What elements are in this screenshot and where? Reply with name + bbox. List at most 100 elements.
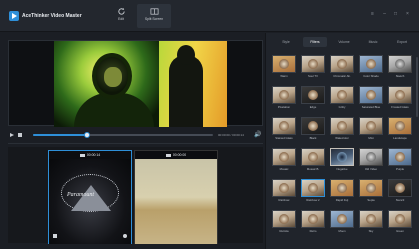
filter-thumbnail xyxy=(359,55,383,73)
progress-track[interactable] xyxy=(33,132,213,138)
split-screen-mode-button[interactable]: Split Screen xyxy=(137,4,171,28)
filter-label: Negative xyxy=(336,167,348,171)
filter-thumbnail xyxy=(301,86,325,104)
filter-thumbnail xyxy=(359,179,383,197)
filter-thumbnail xyxy=(301,148,325,166)
filter-thumbnail xyxy=(330,148,354,166)
filter-label: Landscape xyxy=(393,136,407,140)
slot-stop-icon[interactable] xyxy=(53,234,57,238)
filter-label: Rainbow xyxy=(278,198,290,202)
filter-tile[interactable]: Color Shade xyxy=(359,55,383,81)
filter-tile[interactable]: Sky xyxy=(359,210,383,236)
filter-tile[interactable]: Soul TV xyxy=(301,55,325,81)
filter-thumbnail xyxy=(359,210,383,228)
filter-tile[interactable]: Edge xyxy=(301,86,325,112)
filter-thumbnail xyxy=(359,148,383,166)
play-icon[interactable] xyxy=(10,133,14,137)
tab-filters[interactable]: Filters xyxy=(303,37,327,47)
video-preview[interactable] xyxy=(8,40,263,127)
filter-tile[interactable]: Landscape xyxy=(388,117,412,143)
filter-tile[interactable]: Moon xyxy=(330,210,354,236)
split-slot-1[interactable]: 00:00:14 Paramount xyxy=(48,150,132,244)
filter-label: Watercolor xyxy=(335,136,349,140)
progress-thumb[interactable] xyxy=(84,132,90,138)
filter-tile[interactable]: Old Video xyxy=(359,148,383,174)
volume-icon[interactable]: 🔊 xyxy=(254,132,261,138)
maximize-icon[interactable]: □ xyxy=(393,12,398,17)
stop-icon[interactable] xyxy=(18,133,22,137)
person-silhouette xyxy=(169,45,203,127)
filter-label: Old Video xyxy=(364,167,378,171)
filter-label: Mosaic B. xyxy=(306,167,320,171)
filter-label: Gritty xyxy=(338,105,346,109)
filter-thumbnail xyxy=(272,86,296,104)
slot-1-video: Paramount xyxy=(49,159,131,244)
filter-tile[interactable]: Rainbow xyxy=(272,179,296,205)
preview-frame-right xyxy=(159,41,227,127)
filter-thumbnail xyxy=(272,179,296,197)
filter-tile[interactable]: Stencil xyxy=(388,179,412,205)
slot-2-video xyxy=(135,159,217,244)
filter-tile[interactable]: Sepia xyxy=(359,179,383,205)
tab-music[interactable]: Music xyxy=(361,37,385,47)
filter-grid: Warm Soul TV Chromatic Ab. Color Shade Sketc… xyxy=(272,55,418,247)
close-icon[interactable]: × xyxy=(405,12,410,17)
filter-thumbnail xyxy=(301,55,325,73)
filter-tile[interactable]: Green xyxy=(388,210,412,236)
filter-tile[interactable]: Mosaic xyxy=(272,148,296,174)
filter-tile[interactable]: Frosted Glass xyxy=(388,86,412,112)
tab-volume[interactable]: Volume xyxy=(332,37,356,47)
filter-tile[interactable]: Pixelation xyxy=(272,86,296,112)
filter-tile[interactable]: Black xyxy=(301,117,325,143)
tab-export[interactable]: Export xyxy=(390,37,414,47)
filter-tile[interactable]: Mist xyxy=(359,117,383,143)
slot-volume-icon[interactable] xyxy=(123,234,127,238)
filter-panel: Style Filters Volume Music Export Warm Soul T… xyxy=(265,33,419,249)
filter-tile[interactable]: Rainbow 2 xyxy=(301,179,325,205)
filter-label: Sepia xyxy=(367,198,375,202)
filter-label: Purple xyxy=(395,167,405,171)
filter-tile[interactable]: Retrola xyxy=(272,210,296,236)
edit-mode-label: Edit xyxy=(118,17,124,21)
title-bar: AceThinker Video Master Edit Split Scree… xyxy=(0,0,419,32)
app-window: AceThinker Video Master Edit Split Scree… xyxy=(0,0,419,249)
app-title: AceThinker Video Master xyxy=(22,13,82,19)
filter-label: Sky xyxy=(368,229,374,233)
filter-thumbnail xyxy=(272,148,296,166)
filter-tile[interactable]: Sketch xyxy=(388,55,412,81)
filter-label: Green xyxy=(396,229,404,233)
slot-1-controls xyxy=(53,234,127,239)
filter-label: Mosaic xyxy=(279,167,289,171)
edit-mode-button[interactable]: Edit xyxy=(104,4,138,28)
filter-tile[interactable]: Warm xyxy=(272,55,296,81)
filter-tile[interactable]: Mosaic B. xyxy=(301,148,325,174)
filter-label: Rapid Fuji xyxy=(335,198,349,202)
filter-thumbnail xyxy=(301,179,325,197)
tab-style[interactable]: Style xyxy=(274,37,298,47)
filter-tile[interactable]: Purple xyxy=(388,148,412,174)
filter-thumbnail xyxy=(272,117,296,135)
filter-tile[interactable]: Watercolor xyxy=(330,117,354,143)
filter-tile[interactable]: Chromatic Ab. xyxy=(330,55,354,81)
filter-label: Black xyxy=(309,136,317,140)
split-screen-mode-label: Split Screen xyxy=(144,17,164,21)
filter-tile[interactable]: Gritty xyxy=(330,86,354,112)
filter-tile[interactable]: Negative xyxy=(330,148,354,174)
filter-label: Retrola xyxy=(279,229,289,233)
filter-label: Pixelation xyxy=(277,105,291,109)
minimize-icon[interactable]: – xyxy=(382,12,387,17)
filter-thumbnail xyxy=(301,210,325,228)
filter-thumbnail xyxy=(388,148,412,166)
filter-tile[interactable]: Saturated Blue xyxy=(359,86,383,112)
paramount-mountain xyxy=(71,185,111,211)
camera-icon xyxy=(79,153,85,157)
filter-tile[interactable]: Rapid Fuji xyxy=(330,179,354,205)
filter-tile[interactable]: Retro xyxy=(301,210,325,236)
filter-thumbnail xyxy=(388,210,412,228)
menu-icon[interactable]: ≡ xyxy=(370,12,375,17)
filter-tile[interactable]: Stained Glass xyxy=(272,117,296,143)
filter-label: Mist xyxy=(368,136,374,140)
filter-thumbnail xyxy=(388,55,412,73)
filter-scrollbar[interactable] xyxy=(416,57,418,117)
split-slot-2[interactable]: 00:00:00 xyxy=(134,150,218,244)
